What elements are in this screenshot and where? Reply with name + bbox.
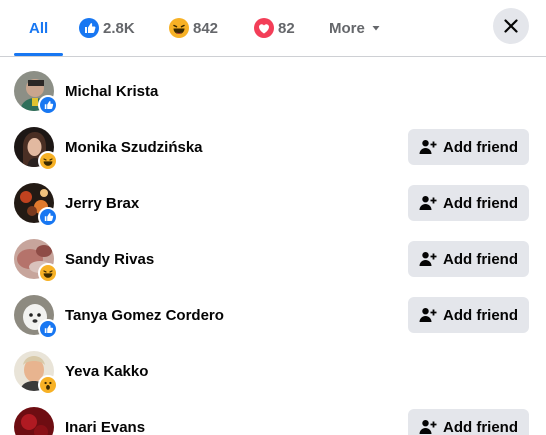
- wow-icon: [38, 375, 58, 395]
- love-icon: [254, 18, 274, 38]
- list-item: Michal Krista: [0, 63, 538, 119]
- like-icon: [79, 18, 99, 38]
- person-name[interactable]: Inari Evans: [65, 399, 145, 435]
- list-item: Sandy Rivas Add friend: [0, 231, 538, 287]
- person-name[interactable]: Tanya Gomez Cordero: [65, 287, 224, 343]
- close-icon: [503, 18, 519, 34]
- tab-love[interactable]: 82: [254, 0, 295, 56]
- add-friend-label: Add friend: [443, 138, 518, 156]
- person-name[interactable]: Yeva Kakko: [65, 343, 148, 399]
- reactions-tab-bar: All 2.8K 842 82 More: [0, 0, 546, 56]
- tab-love-count: 82: [278, 19, 295, 37]
- add-friend-button[interactable]: Add friend: [408, 185, 529, 221]
- add-friend-icon: [419, 139, 437, 155]
- add-friend-button[interactable]: Add friend: [408, 129, 529, 165]
- close-button[interactable]: [493, 8, 529, 44]
- caret-down-icon: [371, 23, 381, 33]
- tab-like[interactable]: 2.8K: [79, 0, 135, 56]
- scrollbar-thumb[interactable]: [539, 60, 545, 210]
- add-friend-label: Add friend: [443, 306, 518, 324]
- list-item: Tanya Gomez Cordero Add friend: [0, 287, 538, 343]
- avatar[interactable]: [14, 407, 54, 435]
- tab-all[interactable]: All: [29, 0, 48, 56]
- add-friend-label: Add friend: [443, 250, 518, 268]
- more-label: More: [329, 19, 365, 37]
- reactors-list: Michal Krista Monika Szudzińska Add frie…: [0, 56, 546, 435]
- scrollbar[interactable]: [538, 56, 546, 435]
- person-name[interactable]: Sandy Rivas: [65, 231, 154, 287]
- tab-like-count: 2.8K: [103, 19, 135, 37]
- add-friend-icon: [419, 195, 437, 211]
- haha-icon: [169, 18, 189, 38]
- add-friend-button[interactable]: Add friend: [408, 409, 529, 435]
- person-name[interactable]: Michal Krista: [65, 63, 158, 119]
- tab-haha-count: 842: [193, 19, 219, 37]
- list-item: Yeva Kakko: [0, 343, 538, 399]
- haha-icon: [38, 151, 58, 171]
- person-name[interactable]: Monika Szudzińska: [65, 119, 203, 175]
- like-icon: [38, 95, 58, 115]
- more-dropdown[interactable]: More: [329, 0, 381, 56]
- add-friend-label: Add friend: [443, 418, 518, 435]
- add-friend-icon: [419, 307, 437, 323]
- person-name[interactable]: Jerry Brax: [65, 175, 139, 231]
- like-icon: [38, 319, 58, 339]
- tab-haha[interactable]: 842: [169, 0, 218, 56]
- tab-all-label: All: [29, 19, 49, 37]
- like-icon: [38, 207, 58, 227]
- list-item: Inari Evans Add friend: [0, 399, 538, 435]
- add-friend-button[interactable]: Add friend: [408, 297, 529, 333]
- add-friend-icon: [419, 419, 437, 435]
- add-friend-button[interactable]: Add friend: [408, 241, 529, 277]
- list-item: Monika Szudzińska Add friend: [0, 119, 538, 175]
- add-friend-label: Add friend: [443, 194, 518, 212]
- haha-icon: [38, 263, 58, 283]
- list-item: Jerry Brax Add friend: [0, 175, 538, 231]
- add-friend-icon: [419, 251, 437, 267]
